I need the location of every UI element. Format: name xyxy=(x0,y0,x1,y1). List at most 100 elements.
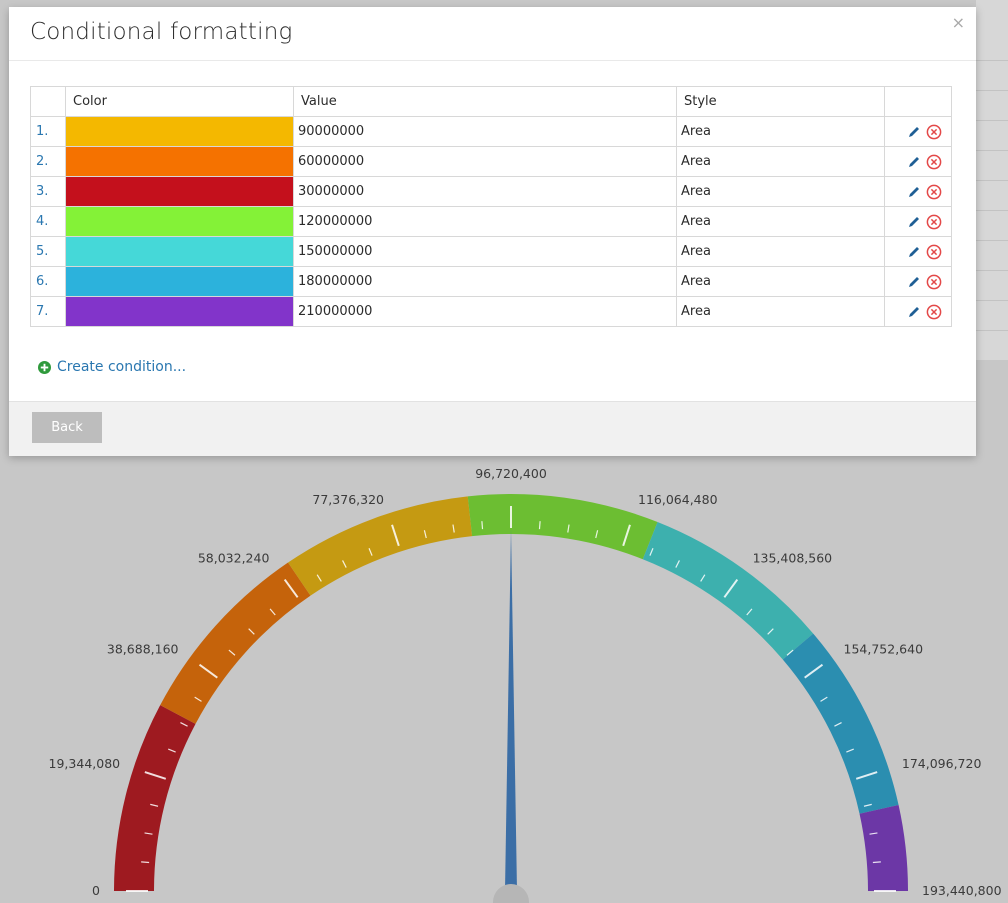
column-header-value: Value xyxy=(293,86,677,117)
row-index: 3. xyxy=(30,176,66,207)
style-cell: Area xyxy=(676,266,885,297)
row-index: 2. xyxy=(30,146,66,177)
gauge-tick xyxy=(872,861,881,864)
color-swatch[interactable] xyxy=(66,177,293,206)
remove-circle-icon[interactable] xyxy=(926,184,942,200)
row-index: 4. xyxy=(30,206,66,237)
add-circle-icon xyxy=(38,360,51,374)
pencil-icon[interactable] xyxy=(907,155,921,169)
value-cell: 120000000 xyxy=(293,206,677,237)
color-cell[interactable] xyxy=(65,146,294,177)
actions-cell xyxy=(884,236,952,267)
title-divider xyxy=(9,60,976,61)
color-swatch[interactable] xyxy=(66,117,293,146)
table-row: 2. 60000000 Area xyxy=(30,146,952,177)
color-swatch[interactable] xyxy=(66,237,293,266)
dialog-footer: Back xyxy=(9,401,976,456)
back-button[interactable]: Back xyxy=(32,412,102,443)
actions-cell xyxy=(884,176,952,207)
color-swatch[interactable] xyxy=(66,147,293,176)
gauge-tick-label: 174,096,720 xyxy=(902,756,982,771)
color-swatch[interactable] xyxy=(66,267,293,296)
style-cell: Area xyxy=(676,296,885,327)
pencil-icon[interactable] xyxy=(907,185,921,199)
row-index: 1. xyxy=(30,116,66,147)
close-icon[interactable]: × xyxy=(952,13,965,32)
column-header-index xyxy=(30,86,66,117)
table-header-row: Color Value Style xyxy=(30,86,952,117)
gauge-tick xyxy=(538,521,541,530)
conditional-formatting-dialog: Conditional formatting × Color Value Sty… xyxy=(9,7,976,456)
gauge-tick-label: 193,440,800 xyxy=(922,883,1002,898)
gauge-needle xyxy=(505,529,517,891)
style-cell: Area xyxy=(676,236,885,267)
gauge-hub xyxy=(493,884,529,903)
gauge-band xyxy=(288,496,473,596)
row-index: 7. xyxy=(30,296,66,327)
table-row: 7. 210000000 Area xyxy=(30,296,952,327)
color-cell[interactable] xyxy=(65,296,294,327)
style-cell: Area xyxy=(676,206,885,237)
gauge-tick-label: 58,032,240 xyxy=(198,550,270,565)
gauge-band xyxy=(859,805,908,891)
gauge-tick-label: 0 xyxy=(92,883,100,898)
column-header-color: Color xyxy=(65,86,294,117)
remove-circle-icon[interactable] xyxy=(926,304,942,320)
color-cell[interactable] xyxy=(65,206,294,237)
pencil-icon[interactable] xyxy=(907,215,921,229)
table-row: 3. 30000000 Area xyxy=(30,176,952,207)
gauge-band xyxy=(160,562,311,724)
color-cell[interactable] xyxy=(65,266,294,297)
pencil-icon[interactable] xyxy=(907,275,921,289)
gauge-tick-label: 77,376,320 xyxy=(312,492,384,507)
pencil-icon[interactable] xyxy=(907,125,921,139)
actions-cell xyxy=(884,206,952,237)
dialog-title: Conditional formatting xyxy=(30,19,293,45)
style-cell: Area xyxy=(676,146,885,177)
actions-cell xyxy=(884,146,952,177)
gauge-tick-label: 154,752,640 xyxy=(844,641,924,656)
table-row: 6. 180000000 Area xyxy=(30,266,952,297)
gauge-tick-label: 116,064,480 xyxy=(638,492,718,507)
gauge-tick xyxy=(481,521,484,530)
row-index: 5. xyxy=(30,236,66,267)
table-row: 4. 120000000 Area xyxy=(30,206,952,237)
value-cell: 210000000 xyxy=(293,296,677,327)
conditions-table: Color Value Style 1. 90000000 Area 2. 600000… xyxy=(30,86,952,327)
color-swatch[interactable] xyxy=(66,207,293,236)
remove-circle-icon[interactable] xyxy=(926,244,942,260)
color-cell[interactable] xyxy=(65,176,294,207)
gauge-tick-label: 135,408,560 xyxy=(753,550,833,565)
pencil-icon[interactable] xyxy=(907,245,921,259)
column-header-actions xyxy=(884,86,952,117)
table-row: 1. 90000000 Area xyxy=(30,116,952,147)
color-cell[interactable] xyxy=(65,236,294,267)
gauge-tick-label: 19,344,080 xyxy=(49,756,121,771)
actions-cell xyxy=(884,266,952,297)
value-cell: 90000000 xyxy=(293,116,677,147)
gauge-tick-label: 38,688,160 xyxy=(107,641,179,656)
create-condition-label: Create condition... xyxy=(57,359,187,375)
gauge-band xyxy=(114,705,196,891)
pencil-icon[interactable] xyxy=(907,305,921,319)
create-condition-link[interactable]: Create condition... xyxy=(38,359,186,375)
value-cell: 150000000 xyxy=(293,236,677,267)
color-cell[interactable] xyxy=(65,116,294,147)
table-row: 5. 150000000 Area xyxy=(30,236,952,267)
gauge-tick xyxy=(141,861,150,864)
style-cell: Area xyxy=(676,176,885,207)
gauge-tick-label: 96,720,400 xyxy=(475,466,547,481)
remove-circle-icon[interactable] xyxy=(926,124,942,140)
remove-circle-icon[interactable] xyxy=(926,214,942,230)
actions-cell xyxy=(884,116,952,147)
row-index: 6. xyxy=(30,266,66,297)
gauge-needle-group xyxy=(493,529,529,903)
column-header-style: Style xyxy=(676,86,885,117)
actions-cell xyxy=(884,296,952,327)
remove-circle-icon[interactable] xyxy=(926,154,942,170)
remove-circle-icon[interactable] xyxy=(926,274,942,290)
value-cell: 60000000 xyxy=(293,146,677,177)
value-cell: 30000000 xyxy=(293,176,677,207)
color-swatch[interactable] xyxy=(66,297,293,326)
value-cell: 180000000 xyxy=(293,266,677,297)
